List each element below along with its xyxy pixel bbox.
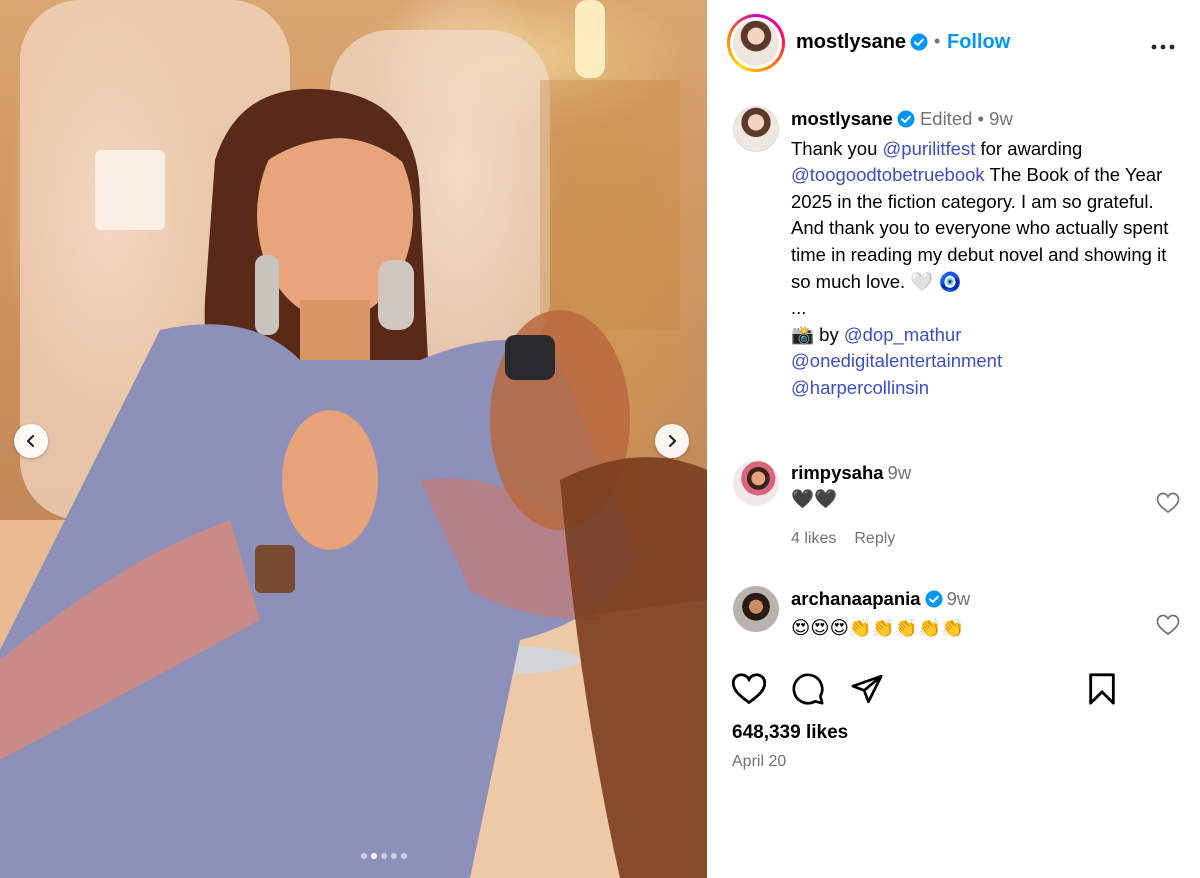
- post-date: April 20: [732, 753, 787, 770]
- chevron-left-icon: [26, 434, 35, 448]
- header-separator: •: [934, 31, 941, 51]
- comment-like-icon[interactable]: [1156, 492, 1180, 519]
- caption-username[interactable]: mostlysane: [791, 108, 893, 129]
- mention-link[interactable]: @toogoodtobetruebook: [791, 164, 985, 185]
- post-media[interactable]: [0, 0, 707, 878]
- author-username[interactable]: mostlysane: [796, 31, 928, 57]
- more-options-icon[interactable]: [1151, 38, 1175, 56]
- author-username-text[interactable]: mostlysane: [796, 31, 906, 53]
- mention-link[interactable]: @harpercollinsin: [791, 377, 929, 398]
- comment-item: archanaapania 9w 😍😍😍👏👏👏👏👏: [733, 586, 1183, 646]
- caption-separator: •: [977, 108, 985, 129]
- follow-button[interactable]: Follow: [947, 31, 1010, 54]
- post-time: 9w: [989, 108, 1013, 129]
- caption-text: Thank you: [791, 137, 883, 159]
- caption-author-avatar[interactable]: [733, 106, 779, 152]
- commenter-username[interactable]: archanaapania: [791, 588, 921, 609]
- previous-slide-button[interactable]: [14, 424, 48, 458]
- post-side-panel: mostlysane • Follow mostlysane Edited • …: [707, 0, 1200, 878]
- comment-text: 😍😍😍👏👏👏👏👏: [791, 617, 965, 638]
- comment-item: rimpysaha 9w 🖤🖤 4 likes Reply: [733, 460, 1183, 560]
- comment-text: 🖤🖤: [791, 488, 838, 509]
- carousel-dot: [400, 853, 407, 859]
- carousel-dot: [380, 853, 387, 859]
- verified-badge-icon: [897, 109, 915, 136]
- edited-label: Edited: [919, 108, 973, 129]
- comment-time: 9w: [946, 588, 971, 609]
- comment-like-icon[interactable]: [1156, 614, 1180, 641]
- reply-button[interactable]: Reply: [854, 530, 895, 547]
- caption-text: And thank you to everyone who actually s…: [791, 217, 1169, 292]
- mention-link[interactable]: @purilitfest: [883, 138, 976, 159]
- mention-link[interactable]: @dop_mathur: [844, 324, 962, 345]
- carousel-dot-active: [370, 853, 377, 859]
- comment-time: 9w: [887, 462, 912, 483]
- author-avatar[interactable]: [733, 20, 779, 66]
- verified-badge-icon: [925, 589, 943, 615]
- story-ring[interactable]: [727, 14, 785, 72]
- post-header: mostlysane • Follow: [707, 0, 1200, 86]
- verified-badge-icon: [910, 33, 928, 57]
- heart-icon[interactable]: [731, 672, 767, 711]
- caption-ellipsis: ...: [791, 297, 807, 319]
- post-photo: [0, 0, 707, 878]
- carousel-indicator: [0, 853, 707, 859]
- comment-likes[interactable]: 4 likes: [791, 530, 836, 547]
- chevron-right-icon: [668, 434, 677, 448]
- commenter-username[interactable]: rimpysaha: [791, 462, 884, 483]
- commenter-avatar[interactable]: [733, 586, 779, 632]
- post-action-bar: [707, 668, 1200, 712]
- post-caption: mostlysane Edited • 9w Thank you @purili…: [791, 106, 1191, 402]
- caption-text: for awarding: [975, 137, 1083, 159]
- carousel-dot: [390, 853, 397, 859]
- caption-text: 📸 by: [791, 323, 844, 345]
- mention-link[interactable]: @onedigitalentertainment: [791, 350, 1002, 371]
- next-slide-button[interactable]: [655, 424, 689, 458]
- commenter-avatar[interactable]: [733, 460, 779, 506]
- comment-bubble-icon[interactable]: [791, 672, 825, 711]
- send-icon[interactable]: [850, 672, 884, 711]
- bookmark-icon[interactable]: [1087, 672, 1117, 711]
- like-count[interactable]: 648,339 likes: [732, 722, 848, 744]
- carousel-dot: [360, 853, 367, 859]
